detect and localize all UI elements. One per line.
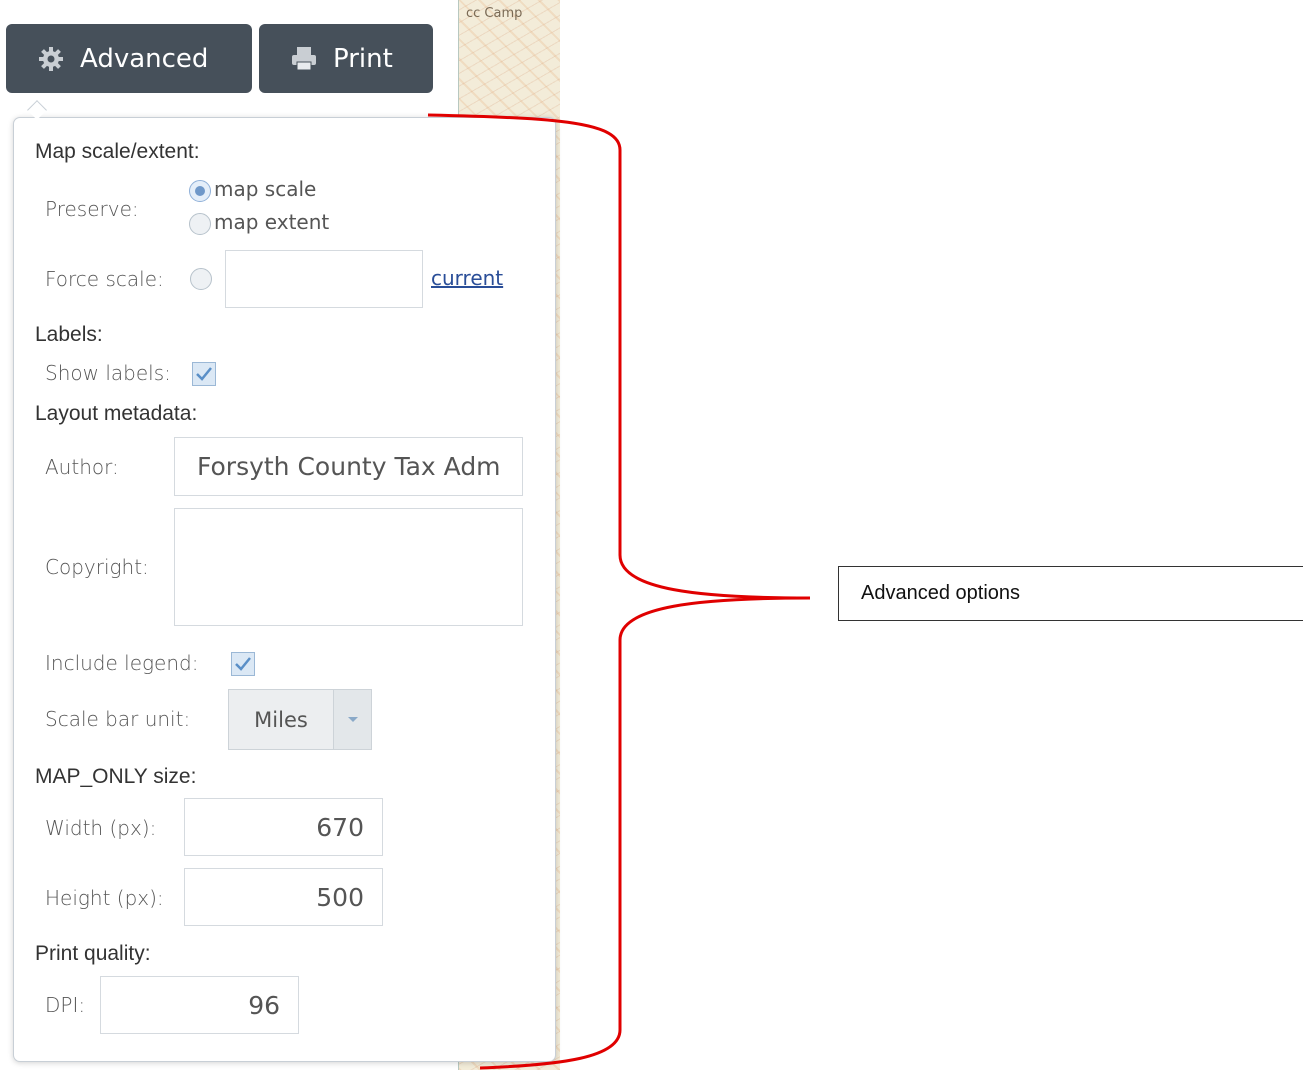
- annotation-bracket: [427, 113, 811, 1070]
- callout-text: Advanced options: [861, 582, 1021, 604]
- advanced-options-callout: Advanced options: [838, 566, 1303, 621]
